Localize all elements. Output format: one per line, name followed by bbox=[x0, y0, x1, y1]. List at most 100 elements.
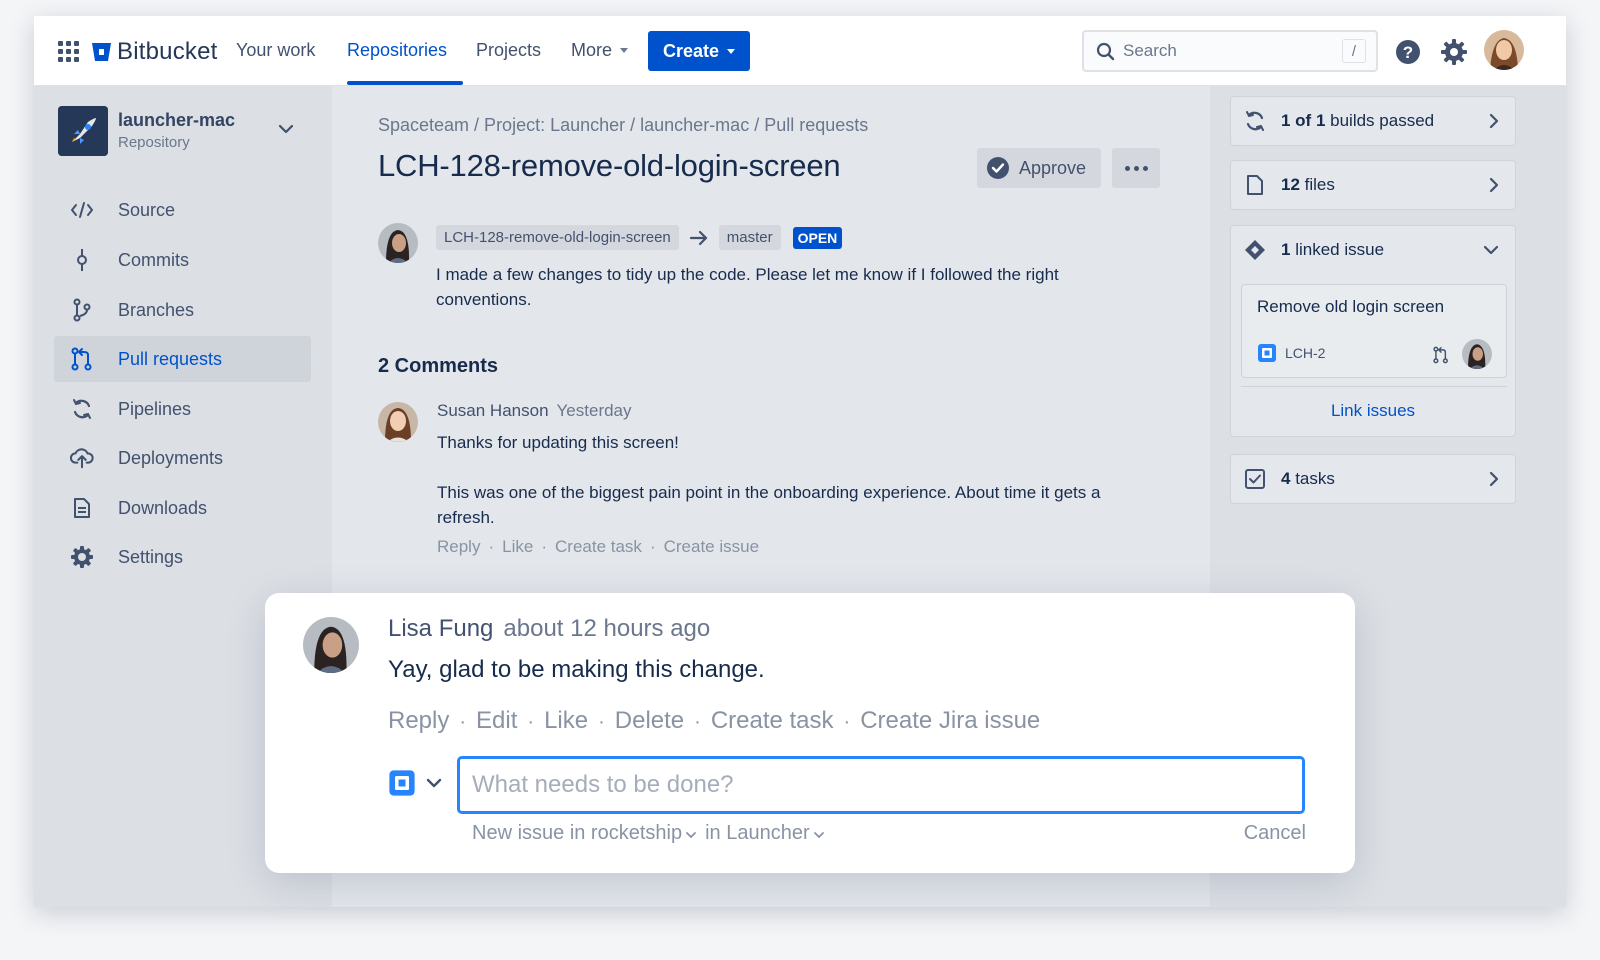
create-jira-issue-link[interactable]: Create Jira issue bbox=[860, 707, 1040, 734]
nav-repositories[interactable]: Repositories bbox=[347, 40, 447, 61]
linked-text: linked issue bbox=[1295, 240, 1385, 259]
builds-card[interactable]: 1 of 1 builds passed bbox=[1230, 96, 1516, 146]
like-link[interactable]: Like bbox=[544, 707, 588, 734]
pipeline-icon bbox=[70, 397, 94, 421]
board-label: in Launcher bbox=[705, 822, 810, 844]
nav-more-label: More bbox=[571, 40, 613, 60]
branch-info: LCH-128-remove-old-login-screen master O… bbox=[436, 225, 843, 250]
builds-text: builds passed bbox=[1330, 111, 1435, 130]
issue-title: Remove old login screen bbox=[1257, 297, 1445, 316]
linked-issues-header[interactable]: 1 linked issue bbox=[1231, 226, 1515, 274]
comment-body: Yay, glad to be making this change. bbox=[388, 656, 765, 683]
chevron-down-icon bbox=[1483, 245, 1499, 255]
source-branch[interactable]: LCH-128-remove-old-login-screen bbox=[436, 225, 679, 250]
chevron-down-icon[interactable] bbox=[278, 124, 294, 134]
comment-actions: Reply · Edit · Like · Delete · Create task · Creat… bbox=[388, 707, 1041, 734]
cloud-upload-icon bbox=[70, 446, 94, 470]
nav-projects[interactable]: Projects bbox=[476, 40, 541, 61]
chevron-down-icon bbox=[426, 778, 442, 788]
svg-text:?: ? bbox=[1403, 43, 1413, 62]
sidebar-item-branches[interactable]: Branches bbox=[54, 287, 311, 333]
page-title: LCH-128-remove-old-login-screen bbox=[378, 148, 841, 183]
pull-request-icon bbox=[1433, 346, 1448, 364]
linked-issues-card: 1 linked issue Remove old login screen L… bbox=[1230, 225, 1516, 437]
comment-author[interactable]: Lisa Fung bbox=[388, 615, 493, 642]
board-select[interactable]: in Launcher bbox=[705, 822, 825, 844]
comment-header: Susan Hanson Yesterday bbox=[437, 401, 632, 421]
reply-link[interactable]: Reply bbox=[388, 707, 449, 734]
chevron-right-icon bbox=[1489, 471, 1499, 487]
sidebar-item-pull-requests[interactable]: Pull requests bbox=[54, 336, 311, 382]
files-card[interactable]: 12 files bbox=[1230, 160, 1516, 210]
nav-your-work[interactable]: Your work bbox=[236, 40, 315, 61]
status-badge: OPEN bbox=[792, 226, 843, 249]
task-type-icon bbox=[389, 770, 415, 796]
project-select[interactable]: New issue in rocketship bbox=[472, 822, 697, 844]
top-navigation: Bitbucket Your work Repositories Project… bbox=[34, 16, 1566, 86]
code-icon bbox=[70, 198, 94, 222]
tasks-card[interactable]: 4 tasks bbox=[1230, 454, 1516, 504]
repo-header[interactable]: launcher-mac Repository bbox=[58, 106, 235, 156]
create-task-link[interactable]: Create task bbox=[555, 537, 642, 556]
avatar bbox=[378, 402, 418, 442]
comment-author[interactable]: Susan Hanson bbox=[437, 401, 549, 420]
pr-description: I made a few changes to tidy up the code… bbox=[436, 265, 1059, 309]
nav-more[interactable]: More bbox=[571, 40, 629, 61]
comment-line: This was one of the biggest pain point i… bbox=[437, 483, 1101, 527]
pull-request-icon bbox=[70, 347, 94, 371]
task-summary-input[interactable] bbox=[457, 756, 1305, 814]
comment-line: Thanks for updating this screen! bbox=[437, 433, 679, 452]
files-text: files bbox=[1304, 175, 1335, 194]
create-label: Create bbox=[662, 40, 720, 61]
rocket-icon bbox=[58, 106, 108, 156]
comment-actions: Reply · Like · Create task · Create issue bbox=[437, 537, 760, 556]
settings-gear-icon[interactable] bbox=[1440, 38, 1468, 66]
sidebar-item-label: Settings bbox=[118, 546, 184, 567]
target-branch[interactable]: master bbox=[718, 225, 781, 250]
comments-heading: 2 Comments bbox=[378, 355, 499, 377]
cancel-button[interactable]: Cancel bbox=[1244, 822, 1306, 845]
document-icon bbox=[70, 496, 94, 520]
file-icon bbox=[1243, 173, 1267, 197]
tasks-count: 4 bbox=[1281, 469, 1291, 488]
sidebar-item-pipelines[interactable]: Pipelines bbox=[54, 386, 311, 432]
breadcrumb[interactable]: Spaceteam / Project: Launcher / launcher… bbox=[378, 115, 868, 136]
linked-issue-item[interactable]: Remove old login screen LCH-2 bbox=[1241, 284, 1507, 378]
app-switcher-icon[interactable] bbox=[58, 41, 79, 62]
builds-count: 1 of 1 bbox=[1281, 111, 1326, 130]
comment-time: about 12 hours ago bbox=[503, 615, 711, 642]
bitbucket-logo-icon bbox=[92, 43, 111, 61]
create-issue-link[interactable]: Create issue bbox=[664, 537, 759, 556]
project-label: New issue in rocketship bbox=[472, 822, 683, 844]
approve-label: Approve bbox=[1019, 157, 1087, 178]
user-avatar[interactable] bbox=[1484, 30, 1524, 70]
sidebar-item-label: Pull requests bbox=[118, 348, 223, 369]
avatar bbox=[303, 617, 359, 673]
like-link[interactable]: Like bbox=[502, 537, 533, 556]
sidebar-item-source[interactable]: Source bbox=[54, 187, 311, 233]
more-actions-button[interactable] bbox=[1112, 148, 1160, 188]
approve-button[interactable]: Approve bbox=[977, 148, 1101, 188]
issue-key: LCH-2 bbox=[1285, 345, 1326, 361]
comment-popup: Lisa Fung about 12 hours ago Yay, glad to… bbox=[265, 593, 1355, 873]
create-task-link[interactable]: Create task bbox=[711, 707, 834, 734]
link-issues-link[interactable]: Link issues bbox=[1231, 387, 1515, 436]
caret-down-icon bbox=[620, 48, 629, 53]
edit-link[interactable]: Edit bbox=[476, 707, 517, 734]
brand-name: Bitbucket bbox=[117, 38, 218, 65]
create-button[interactable]: Create bbox=[648, 31, 750, 71]
sidebar-item-commits[interactable]: Commits bbox=[54, 237, 311, 283]
delete-link[interactable]: Delete bbox=[615, 707, 684, 734]
help-icon[interactable]: ? bbox=[1395, 39, 1421, 65]
reply-link[interactable]: Reply bbox=[437, 537, 480, 556]
sidebar-item-label: Deployments bbox=[118, 447, 224, 468]
diamond-icon bbox=[1243, 238, 1267, 262]
bitbucket-logo[interactable]: Bitbucket bbox=[91, 38, 218, 66]
search-box[interactable]: Search / bbox=[1082, 30, 1378, 72]
issue-type-select[interactable] bbox=[388, 769, 442, 797]
sidebar-item-downloads[interactable]: Downloads bbox=[54, 485, 311, 531]
search-placeholder: Search bbox=[1123, 41, 1177, 60]
sidebar-item-deployments[interactable]: Deployments bbox=[54, 435, 311, 481]
sidebar-item-label: Downloads bbox=[118, 497, 208, 518]
sidebar-item-settings[interactable]: Settings bbox=[54, 534, 311, 580]
